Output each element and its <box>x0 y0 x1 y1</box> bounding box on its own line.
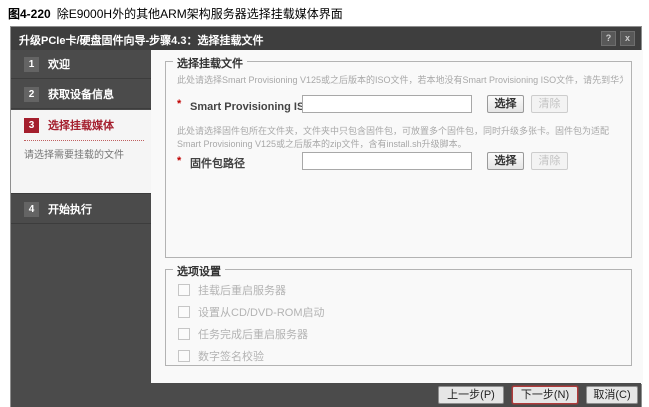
dialog-titlebar: 升级PCIe卡/硬盘固件向导-步骤4.3：选择挂载文件 ? x <box>11 27 641 50</box>
checkbox-icon <box>178 328 190 340</box>
next-button[interactable]: 下一步(N) <box>512 386 578 404</box>
option-restart-after-mount: 挂载后重启服务器 <box>178 283 286 297</box>
firmware-field-label: 固件包路径 <box>190 155 245 171</box>
firmware-hint-text: 此处请选择固件包所在文件夹，文件夹中只包含固件包，可放置多个固件包，同时升级多张… <box>177 125 623 151</box>
step-welcome: 1 欢迎 <box>11 50 151 79</box>
mount-groupbox-legend: 选择挂载文件 <box>173 55 247 71</box>
option-label: 设置从CD/DVD-ROM启动 <box>198 304 325 320</box>
step-1-badge: 1 <box>24 57 39 72</box>
firmware-path-input[interactable] <box>302 152 472 170</box>
step-2-label: 获取设备信息 <box>48 86 114 102</box>
figure-caption: 图4-220 除E9000H外的其他ARM架构服务器选择挂载媒体界面 <box>8 5 343 22</box>
checkbox-icon <box>178 350 190 362</box>
option-label: 挂载后重启服务器 <box>198 282 286 298</box>
figure-title: 除E9000H外的其他ARM架构服务器选择挂载媒体界面 <box>57 7 343 21</box>
iso-file-input[interactable] <box>302 95 472 113</box>
step-3-badge: 3 <box>24 118 39 133</box>
firmware-clear-button: 清除 <box>531 152 568 170</box>
options-groupbox: 选项设置 挂载后重启服务器 设置从CD/DVD-ROM启动 任务完成后重启服务器… <box>165 269 632 366</box>
main-content: 选择挂载文件 此处请选择Smart Provisioning V125或之后版本… <box>151 50 643 384</box>
screenshot-canvas: 图4-220 除E9000H外的其他ARM架构服务器选择挂载媒体界面 升级PCIe… <box>0 0 649 407</box>
step-execute: 4 开始执行 <box>11 195 151 224</box>
option-boot-from-cd: 设置从CD/DVD-ROM启动 <box>178 305 325 319</box>
option-label: 任务完成后重启服务器 <box>198 326 308 342</box>
step-3-subtitle: 请选择需要挂载的文件 <box>24 146 143 161</box>
step-select-media-active: 3 选择挂载媒体 请选择需要挂载的文件 <box>11 110 151 194</box>
step-4-badge: 4 <box>24 202 39 217</box>
checkbox-icon <box>178 284 190 296</box>
step-device-info: 2 获取设备信息 <box>11 80 151 109</box>
mount-file-groupbox: 选择挂载文件 此处请选择Smart Provisioning V125或之后版本… <box>165 61 632 258</box>
firmware-required-mark: * <box>177 155 181 167</box>
option-restart-after-task: 任务完成后重启服务器 <box>178 327 308 341</box>
help-icon[interactable]: ? <box>601 31 616 46</box>
step-3-label: 选择挂载媒体 <box>48 117 114 133</box>
dialog-title: 升级PCIe卡/硬盘固件向导-步骤4.3：选择挂载文件 <box>19 32 263 48</box>
close-icon[interactable]: x <box>620 31 635 46</box>
step-4-label: 开始执行 <box>48 201 92 217</box>
iso-clear-button: 清除 <box>531 95 568 113</box>
step-2-badge: 2 <box>24 87 39 102</box>
step-1-label: 欢迎 <box>48 56 70 72</box>
iso-required-mark: * <box>177 98 181 110</box>
step-3-divider <box>24 140 144 141</box>
firmware-select-button[interactable]: 选择 <box>487 152 524 170</box>
option-label: 数字签名校验 <box>198 348 264 364</box>
iso-select-button[interactable]: 选择 <box>487 95 524 113</box>
dialog-footer: 上一步(P) 下一步(N) 取消(C) <box>11 383 641 407</box>
checkbox-icon <box>178 306 190 318</box>
cancel-button[interactable]: 取消(C) <box>586 386 638 404</box>
wizard-dialog: 升级PCIe卡/硬盘固件向导-步骤4.3：选择挂载文件 ? x 1 欢迎 2 获… <box>10 26 642 407</box>
option-signature-check: 数字签名校验 <box>178 349 264 363</box>
figure-number: 图4-220 <box>8 7 51 21</box>
previous-button[interactable]: 上一步(P) <box>438 386 504 404</box>
wizard-steps-sidebar: 1 欢迎 2 获取设备信息 3 选择挂载媒体 请选择需要挂载的文件 4 开始执行 <box>11 50 151 384</box>
options-groupbox-legend: 选项设置 <box>173 263 225 279</box>
iso-hint-text: 此处请选择Smart Provisioning V125或之后版本的ISO文件，… <box>177 74 623 87</box>
